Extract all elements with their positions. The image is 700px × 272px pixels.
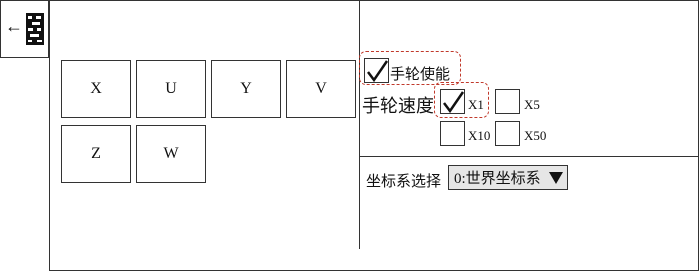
rate-x1-checkbox[interactable] xyxy=(440,89,465,114)
check-icon xyxy=(443,91,465,114)
back-arrow-icon[interactable]: ← xyxy=(5,17,23,35)
handwheel-speed-label: 手轮速度 xyxy=(362,96,434,116)
axis-button-v[interactable]: V xyxy=(286,60,356,118)
axis-button-w[interactable]: W xyxy=(136,125,206,183)
vertical-divider xyxy=(359,0,360,249)
handwheel-enable-label: 手轮使能 xyxy=(390,67,451,83)
rate-x1-label: X1 xyxy=(468,97,484,112)
rate-x10-label: X10 xyxy=(468,128,491,143)
check-icon xyxy=(367,60,389,83)
coordinate-select[interactable]: 0:世界坐标系 xyxy=(448,165,568,190)
rate-x5-checkbox[interactable] xyxy=(495,89,520,114)
rate-x5-label: X5 xyxy=(524,97,540,112)
axis-button-x[interactable]: X xyxy=(61,60,131,118)
axis-button-u[interactable]: U xyxy=(136,60,206,118)
coordinate-label: 坐标系选择 xyxy=(366,174,442,190)
qr-menu-icon[interactable] xyxy=(26,13,44,45)
rate-x10-checkbox[interactable] xyxy=(440,121,465,146)
dropdown-triangle-icon xyxy=(549,172,563,184)
sidebar: ← xyxy=(0,0,49,58)
handwheel-enable-checkbox[interactable] xyxy=(364,58,389,83)
axis-button-y[interactable]: Y xyxy=(211,60,281,118)
horizontal-divider xyxy=(359,156,699,157)
rate-x50-checkbox[interactable] xyxy=(495,121,520,146)
coordinate-select-value: 0:世界坐标系 xyxy=(454,171,541,187)
rate-x50-label: X50 xyxy=(524,128,547,143)
axis-button-z[interactable]: Z xyxy=(61,125,131,183)
